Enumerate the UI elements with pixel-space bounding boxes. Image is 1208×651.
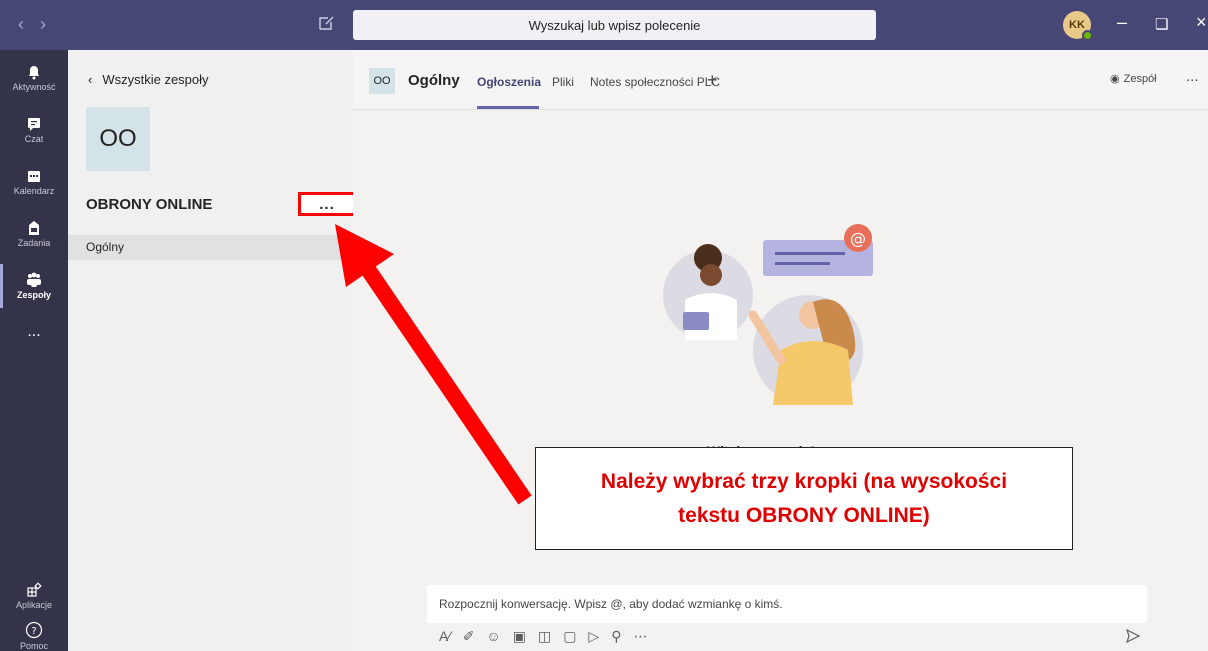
maximize-icon[interactable]: ❏ [1155,15,1168,33]
forward-arrow-icon[interactable]: › [40,14,46,35]
avatar-initials: KK [1069,19,1085,31]
svg-text:@: @ [850,229,866,248]
channel-badge: OO [369,68,395,94]
more-apps-icon[interactable]: ... [0,304,68,360]
teams-icon [27,272,41,287]
title-bar: ‹ › Wyszukaj lub wpisz polecenie KK – ❏ … [0,0,1208,50]
format-icon[interactable]: A⁄ [439,628,451,645]
team-avatar: OO [86,107,150,171]
appbar-assignments[interactable]: Zadania [0,206,68,262]
minimize-icon[interactable]: – [1117,12,1127,33]
tab-class-notebook[interactable]: Notes społeczności PLC [590,75,720,89]
nav-arrows: ‹ › [18,14,46,35]
appbar-help[interactable]: ? Pomoc [0,608,68,651]
tab-posts[interactable]: Ogłoszenia [477,75,541,89]
gif-icon[interactable]: ▣ [513,628,526,645]
team-name: OBRONY ONLINE [86,196,213,213]
chevron-left-icon: ‹ [88,72,93,87]
close-icon[interactable]: × [1196,12,1207,33]
active-tab-indicator [477,106,539,109]
compose-input[interactable]: Rozpocznij konwersację. Wpisz @, aby dod… [427,585,1147,623]
appbar-activity[interactable]: Aktywność [0,50,68,106]
all-teams-link[interactable]: ‹ Wszystkie zespoły [88,72,209,87]
svg-text:?: ? [31,626,36,637]
annotation-line-1: Należy wybrać trzy kropki (na wysokości [600,469,1008,493]
channel-view: OO Ogólny Ogłoszenia Pliki Notes społecz… [353,50,1208,651]
chat-icon [28,118,40,131]
apps-icon [27,582,42,597]
bell-icon [29,66,39,80]
back-arrow-icon[interactable]: ‹ [18,14,24,35]
new-chat-icon[interactable] [318,14,338,34]
channel-item-general[interactable]: Ogólny [68,235,353,260]
team-button[interactable]: ◉ Zespół [1110,72,1157,86]
assignments-icon [29,221,39,235]
annotation-callout: Należy wybrać trzy kropki (na wysokości … [535,447,1073,550]
praise-icon[interactable]: ⚲ [611,628,621,645]
search-input[interactable]: Wyszukaj lub wpisz polecenie [353,10,876,40]
team-more-options-button[interactable]: ... [298,192,356,216]
team-panel: ‹ Wszystkie zespoły OO OBRONY ONLINE ...… [68,50,356,651]
meet-now-icon[interactable]: ▢ [563,628,576,645]
add-tab-button[interactable]: + [707,70,718,91]
attach-icon[interactable]: ✐ [463,628,475,645]
avatar[interactable]: KK [1063,11,1093,41]
help-icon: ? [25,621,43,639]
channel-header: OO Ogólny Ogłoszenia Pliki Notes społecz… [353,50,1208,110]
emoji-icon[interactable]: ☺ [486,628,500,645]
tab-files[interactable]: Pliki [552,75,574,89]
send-icon[interactable] [1125,628,1141,649]
app-bar: Aktywność Czat Kalendarz Zadania Zespoły… [0,50,68,651]
sticker-icon[interactable]: ◫ [538,628,551,645]
status-available-icon [1082,30,1093,41]
annotation-line-2: tekstu OBRONY ONLINE) [678,503,930,527]
more-options-icon[interactable]: ⋯ [633,628,647,645]
welcome-illustration: @ [663,224,873,405]
appbar-calendar[interactable]: Kalendarz [0,154,68,210]
calendar-icon [28,171,40,182]
appbar-chat[interactable]: Czat [0,102,68,158]
eye-icon: ◉ [1110,73,1120,85]
channel-title: Ogólny [408,72,460,89]
compose-toolbar: A⁄ ✐ ☺ ▣ ◫ ▢ ▷ ⚲ ⋯ [439,628,647,645]
header-more-icon[interactable]: ... [1186,68,1199,85]
stream-icon[interactable]: ▷ [588,628,599,645]
